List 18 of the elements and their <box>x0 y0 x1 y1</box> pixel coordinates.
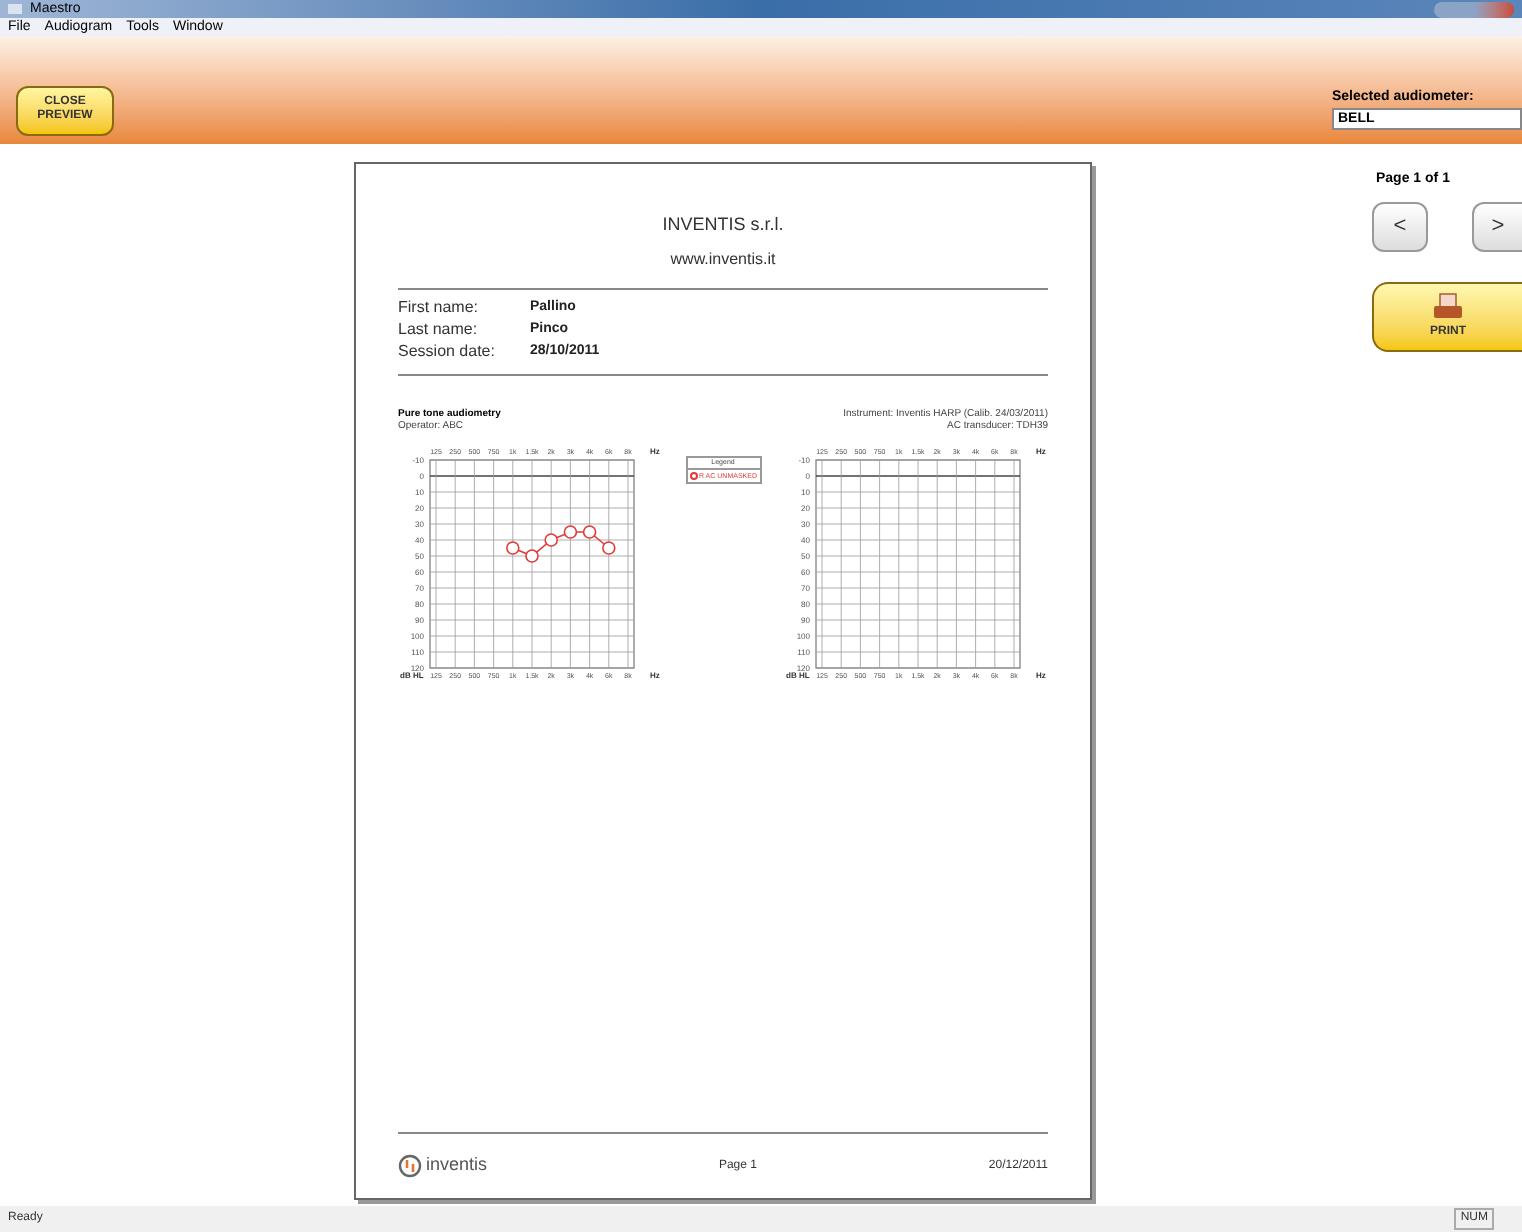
next-page-button[interactable]: > <box>1472 201 1522 251</box>
window-controls-icon[interactable] <box>1434 1 1514 17</box>
data-point <box>602 540 616 554</box>
field-label: First name: <box>398 296 481 320</box>
data-point <box>525 548 539 562</box>
app-icon <box>8 4 22 14</box>
company-name: INVENTIS s.r.l. <box>660 212 786 238</box>
logo-icon <box>398 1154 422 1178</box>
logo-text: inventis <box>426 1152 488 1179</box>
field-label: Last name: <box>398 318 480 342</box>
data-point <box>544 532 558 546</box>
company-website: www.inventis.it <box>668 247 778 271</box>
data-point <box>582 524 597 538</box>
data-point <box>506 540 520 554</box>
previous-page-button[interactable]: < <box>1372 201 1428 251</box>
printer-icon <box>1432 291 1464 321</box>
field-label: Session date: <box>398 340 497 364</box>
data-point <box>563 524 578 538</box>
